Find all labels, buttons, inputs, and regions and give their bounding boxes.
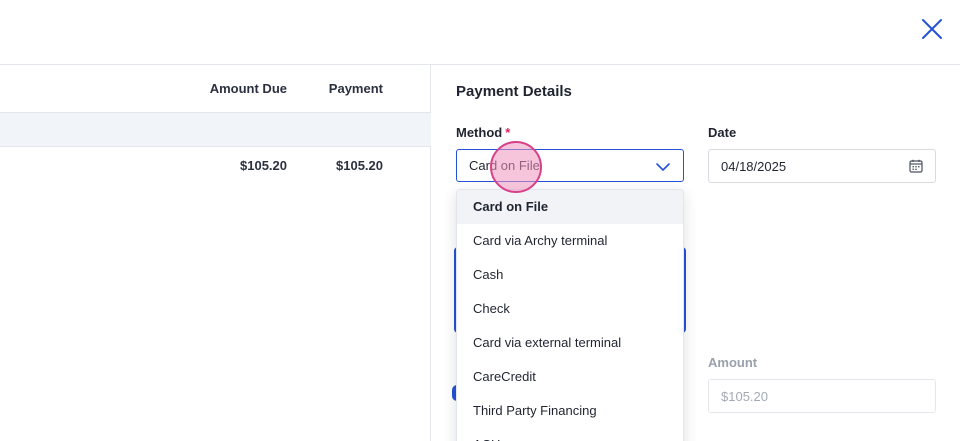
chevron-down-icon xyxy=(656,163,670,171)
payment-header: Payment xyxy=(328,81,383,96)
method-option-card-via-external-terminal[interactable]: Card via external terminal xyxy=(457,326,683,360)
method-select-value: Card on File xyxy=(469,158,540,173)
amount-label: Amount xyxy=(708,355,758,370)
method-dropdown-menu: Card on File Card via Archy terminal Cas… xyxy=(456,189,684,441)
method-option-ach[interactable]: ACH xyxy=(457,428,683,441)
method-option-carecredit[interactable]: CareCredit xyxy=(457,360,683,394)
date-value: 04/18/2025 xyxy=(721,159,787,174)
close-icon xyxy=(922,19,942,39)
table-header: Amount Due Payment xyxy=(0,65,431,113)
date-label: Date xyxy=(708,125,737,140)
method-option-card-via-archy-terminal[interactable]: Card via Archy terminal xyxy=(457,224,683,258)
method-option-cash[interactable]: Cash xyxy=(457,258,683,292)
payment-cell: $105.20 xyxy=(336,158,383,173)
modal-header xyxy=(0,0,960,65)
method-select[interactable]: Card on File xyxy=(456,149,684,182)
amount-due-cell: $105.20 xyxy=(240,158,287,173)
method-option-check[interactable]: Check xyxy=(457,292,683,326)
table-group-row xyxy=(0,113,431,147)
method-label-text: Method xyxy=(456,125,503,140)
section-title: Payment Details xyxy=(456,83,572,100)
table-row: $105.20 $105.20 xyxy=(0,147,431,185)
amount-due-header: Amount Due xyxy=(209,81,287,96)
calendar-icon[interactable] xyxy=(909,159,923,173)
close-button[interactable] xyxy=(918,15,946,43)
payment-details-pane: Payment Details Method * Card on File Dat… xyxy=(432,65,960,441)
invoice-table-pane: Amount Due Payment $105.20 $105.20 xyxy=(0,65,431,441)
date-input[interactable]: 04/18/2025 xyxy=(708,149,936,183)
amount-value: $105.20 xyxy=(721,389,768,404)
method-label: Method * xyxy=(456,125,510,140)
method-option-third-party-financing[interactable]: Third Party Financing xyxy=(457,394,683,428)
required-mark: * xyxy=(505,125,511,140)
method-option-card-on-file[interactable]: Card on File xyxy=(457,190,683,224)
amount-input[interactable]: $105.20 xyxy=(708,379,936,413)
